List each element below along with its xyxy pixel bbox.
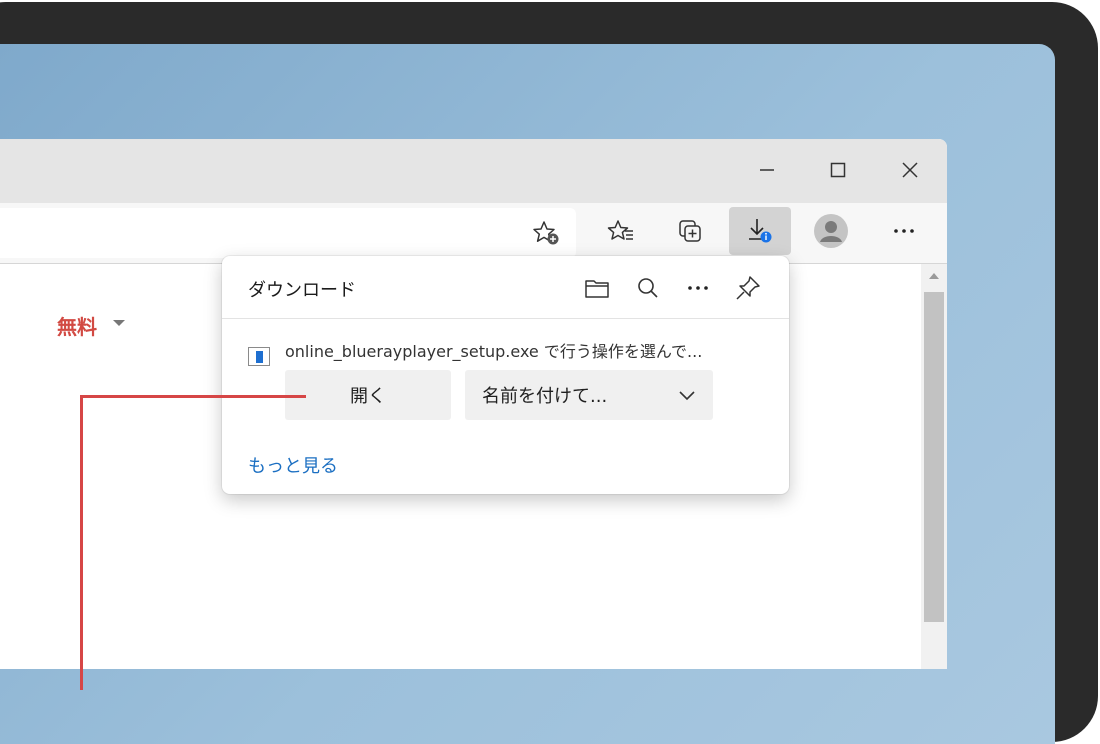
scrollbar-thumb[interactable]: [924, 292, 944, 622]
address-bar[interactable]: [0, 208, 576, 258]
pin-icon: [736, 276, 760, 300]
close-icon: [902, 162, 918, 178]
search-icon: [638, 278, 658, 298]
chevron-down-icon: [679, 391, 695, 401]
add-favorite-icon: [533, 221, 559, 245]
more-icon: [688, 286, 708, 290]
profile-button[interactable]: [807, 207, 855, 255]
maximize-button[interactable]: [815, 149, 861, 191]
downloads-icon: [749, 219, 772, 243]
add-favorite-button[interactable]: [522, 209, 570, 257]
pin-button[interactable]: [730, 270, 766, 306]
close-button[interactable]: [887, 149, 933, 191]
panel-title: ダウンロード: [248, 280, 356, 301]
save-as-button-label: 名前を付けて...: [482, 386, 608, 407]
more-icon: [894, 229, 914, 233]
open-button-label: 開く: [350, 386, 386, 407]
profile-icon: [814, 214, 848, 248]
favorites-icon: [607, 220, 633, 240]
folder-icon: [585, 280, 609, 298]
save-as-button[interactable]: 名前を付けて...: [465, 370, 713, 420]
collections-icon: [679, 220, 701, 242]
search-downloads-button[interactable]: [630, 270, 666, 306]
free-label[interactable]: 無料: [57, 311, 97, 340]
file-icon: [248, 347, 270, 366]
chevron-down-icon[interactable]: [113, 320, 125, 326]
downloads-more-button[interactable]: [680, 270, 716, 306]
download-filename: online_bluerayplayer_setup.exe で行う操作を選んで…: [285, 342, 703, 361]
scrollbar[interactable]: [921, 264, 947, 669]
collections-button[interactable]: [666, 207, 714, 255]
title-bar: [0, 139, 947, 203]
minimize-button[interactable]: [744, 149, 790, 191]
minimize-icon: [760, 169, 774, 171]
open-button[interactable]: 開く: [285, 370, 451, 420]
see-more-link[interactable]: もっと見る: [248, 452, 338, 478]
browser-toolbar: [0, 203, 947, 264]
panel-divider: [222, 318, 789, 319]
callout-line-vertical: [80, 395, 83, 690]
favorites-button[interactable]: [597, 207, 645, 255]
settings-more-button[interactable]: [880, 207, 928, 255]
callout-line: [80, 395, 306, 398]
downloads-button[interactable]: [729, 207, 791, 255]
open-folder-button[interactable]: [579, 270, 615, 306]
scroll-up-icon[interactable]: [929, 273, 939, 279]
maximize-icon: [830, 162, 846, 178]
downloads-panel: ダウンロード online_bluerayplayer_setup.exe で行…: [222, 256, 789, 494]
